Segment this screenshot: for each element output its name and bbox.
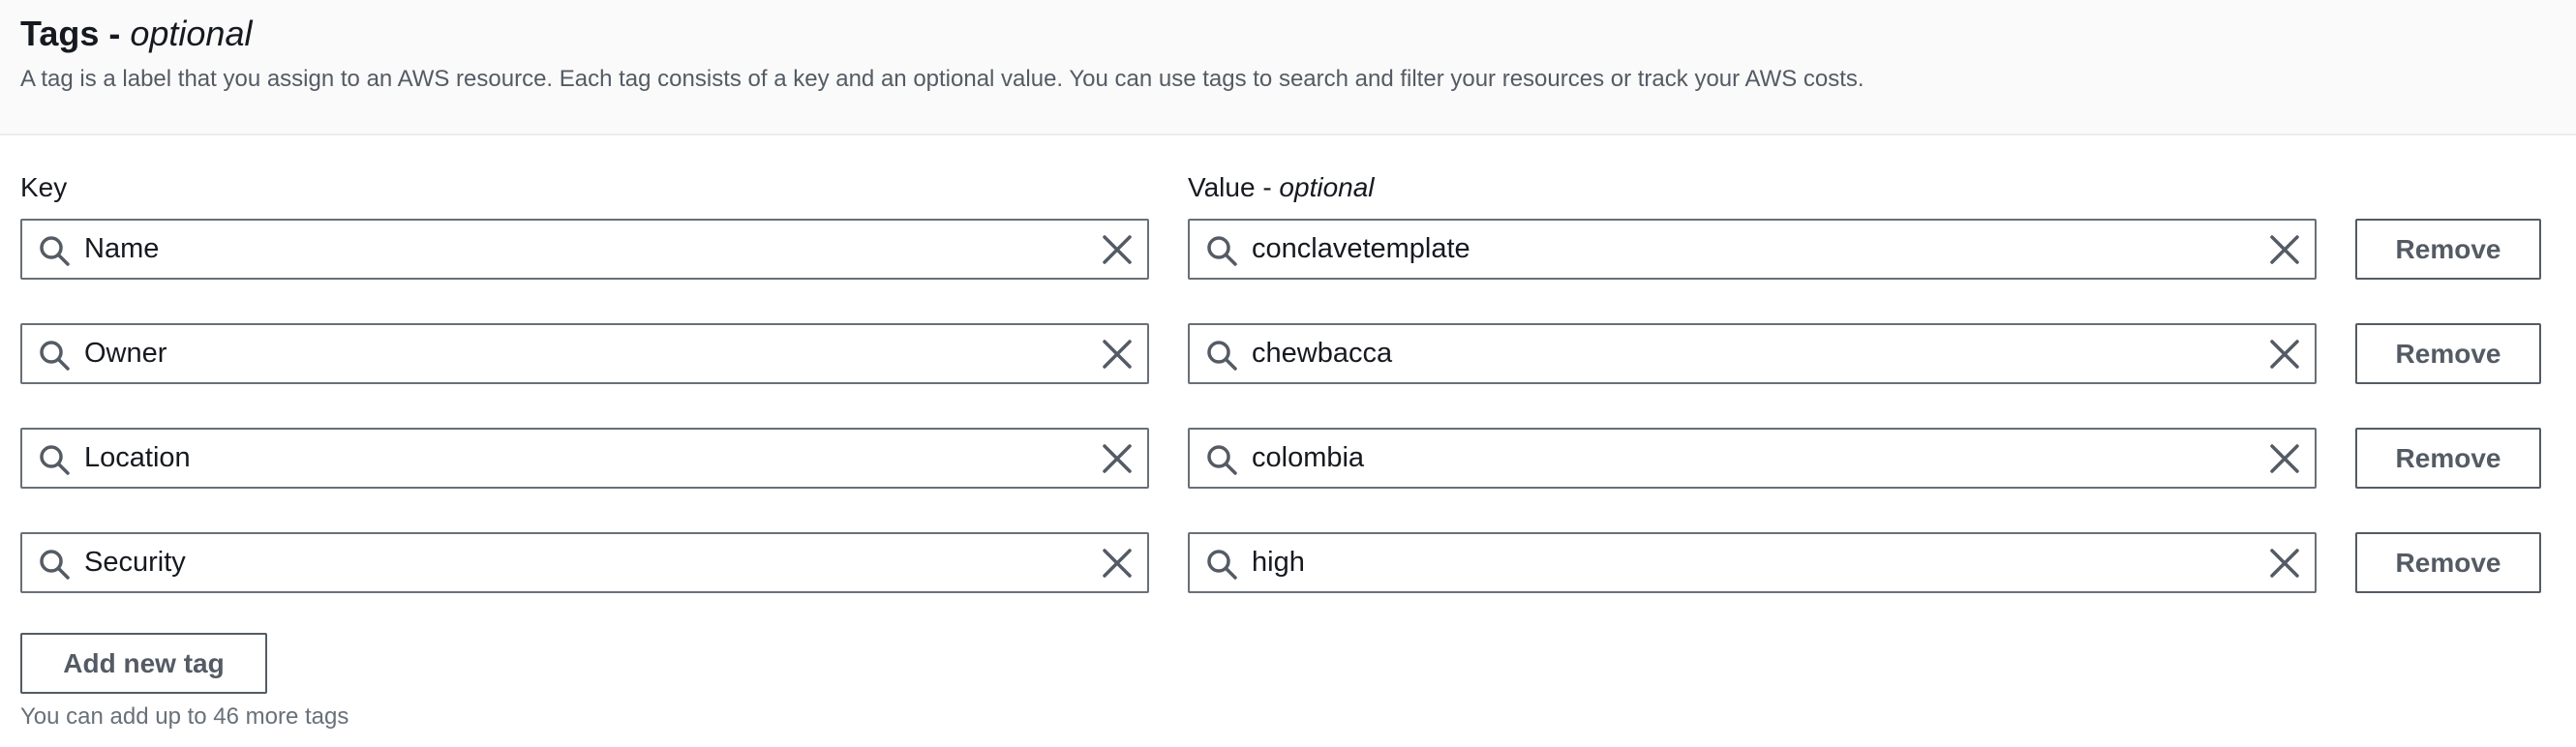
remove-tag-button[interactable]: Remove xyxy=(2355,219,2541,280)
tag-key-value: Location xyxy=(84,442,191,473)
tag-key-input[interactable]: Owner xyxy=(20,323,1149,384)
tag-value-value: colombia xyxy=(1252,442,1365,473)
tag-key-input[interactable]: Location xyxy=(20,428,1149,489)
remove-tag-button[interactable]: Remove xyxy=(2355,323,2541,384)
title-text: Tags - xyxy=(20,14,121,53)
search-icon xyxy=(40,236,70,266)
tag-value-value: high xyxy=(1252,547,1305,578)
value-label-optional: optional xyxy=(1279,172,1375,202)
search-icon xyxy=(1207,236,1237,266)
tag-key-value: Name xyxy=(84,233,160,264)
tag-value-input[interactable]: colombia xyxy=(1188,428,2317,489)
remove-tag-button[interactable]: Remove xyxy=(2355,532,2541,593)
tag-value-input[interactable]: high xyxy=(1188,532,2317,593)
close-icon[interactable] xyxy=(2268,338,2301,371)
close-icon[interactable] xyxy=(2268,233,2301,266)
search-icon xyxy=(40,550,70,580)
close-icon[interactable] xyxy=(1101,442,1134,475)
tag-value-input[interactable]: conclavetemplate xyxy=(1188,219,2317,280)
tag-key-value: Owner xyxy=(84,338,167,369)
tag-value-value: chewbacca xyxy=(1252,338,1393,369)
tag-limit-note: You can add up to 46 more tags xyxy=(20,703,349,730)
section-description: A tag is a label that you assign to an A… xyxy=(20,66,1864,92)
value-label-text: Value - xyxy=(1188,172,1272,202)
key-column-label: Key xyxy=(20,172,67,203)
tag-value-input[interactable]: chewbacca xyxy=(1188,323,2317,384)
search-icon xyxy=(1207,445,1237,475)
close-icon[interactable] xyxy=(1101,233,1134,266)
tags-section-header: Tags - optional A tag is a label that yo… xyxy=(0,0,2576,135)
title-optional: optional xyxy=(130,14,253,53)
section-title: Tags - optional xyxy=(20,14,252,54)
close-icon[interactable] xyxy=(2268,442,2301,475)
search-icon xyxy=(40,445,70,475)
tag-key-input[interactable]: Name xyxy=(20,219,1149,280)
tag-value-value: conclavetemplate xyxy=(1252,233,1470,264)
search-icon xyxy=(1207,341,1237,371)
tag-key-value: Security xyxy=(84,547,186,578)
value-column-label: Value - optional xyxy=(1188,172,1375,203)
close-icon[interactable] xyxy=(1101,338,1134,371)
close-icon[interactable] xyxy=(1101,547,1134,580)
remove-tag-button[interactable]: Remove xyxy=(2355,428,2541,489)
search-icon xyxy=(40,341,70,371)
close-icon[interactable] xyxy=(2268,547,2301,580)
add-new-tag-button[interactable]: Add new tag xyxy=(20,633,267,694)
tag-key-input[interactable]: Security xyxy=(20,532,1149,593)
search-icon xyxy=(1207,550,1237,580)
key-label-text: Key xyxy=(20,172,68,202)
